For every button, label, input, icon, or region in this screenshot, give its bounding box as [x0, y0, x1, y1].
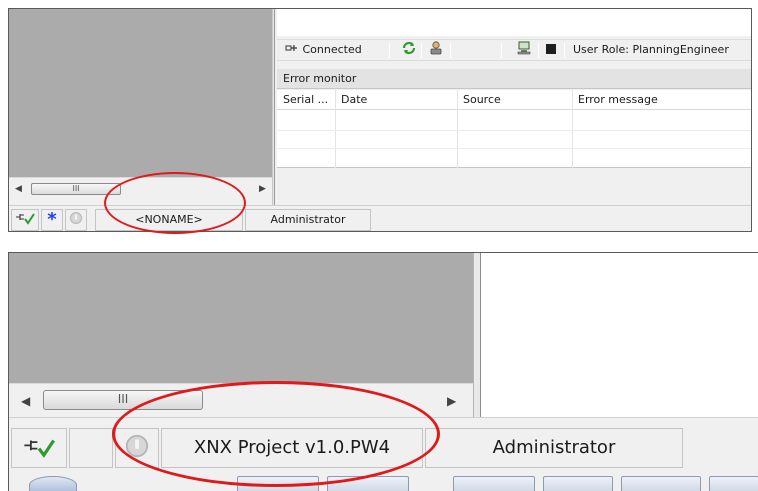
error-monitor-title: Error monitor [277, 69, 751, 89]
right-header-area [277, 9, 751, 36]
row-divider [277, 148, 751, 149]
scroll-right-arrow-icon[interactable]: ▶ [259, 185, 266, 194]
network-computer-icon [517, 41, 531, 55]
stop-square-icon [546, 44, 556, 54]
scrollbar-thumb[interactable]: III [31, 183, 121, 195]
disabled-indicator [115, 428, 159, 468]
separator [538, 43, 539, 58]
horizontal-scrollbar[interactable]: ◀ III ▶ [9, 383, 473, 417]
column-header-error-message[interactable]: Error message [572, 90, 751, 110]
project-name-cell: XNX Project v1.0.PW4 [161, 428, 423, 468]
plug-icon [285, 45, 297, 51]
scroll-left-arrow-icon[interactable]: ◀ [15, 185, 22, 194]
project-name-cell: <NONAME> [95, 209, 243, 231]
separator [564, 43, 565, 58]
separator [389, 43, 390, 58]
column-divider [572, 90, 573, 168]
user-name-cell: Administrator [425, 428, 683, 468]
scrollbar-thumb[interactable]: III [43, 390, 203, 410]
connection-indicator[interactable] [11, 209, 39, 231]
status-toolbar: Connected User Role: PlanningEngineer [277, 39, 751, 61]
empty-indicator [69, 428, 113, 468]
taskbar-button[interactable] [237, 476, 319, 491]
refresh-icon [402, 41, 416, 55]
separator [421, 43, 422, 58]
splitter[interactable] [473, 253, 481, 417]
scroll-right-arrow-icon[interactable]: ▶ [447, 395, 456, 407]
user-icon [430, 41, 442, 55]
scroll-left-arrow-icon[interactable]: ◀ [21, 395, 30, 407]
start-orb[interactable] [29, 476, 77, 491]
splitter[interactable] [272, 9, 275, 205]
refresh-button[interactable] [401, 40, 417, 61]
bottom-screenshot: ◀ III ▶ XNX Project v1.0.PW4 Administrat… [8, 252, 758, 491]
column-divider [457, 90, 458, 168]
disabled-circle-icon [125, 434, 149, 458]
error-grid: Serial ... Date Source Error message [277, 90, 751, 168]
top-screenshot: ◀ III ▶ Connected User Role: PlanningEng… [8, 8, 752, 232]
column-divider [335, 90, 336, 168]
column-header-source[interactable]: Source [457, 90, 572, 110]
horizontal-scrollbar[interactable]: ◀ III ▶ [9, 177, 272, 202]
left-pane [9, 253, 473, 383]
status-bar: XNX Project v1.0.PW4 Administrator [9, 417, 758, 491]
taskbar-button[interactable] [709, 476, 758, 491]
user-name-cell: Administrator [245, 209, 371, 231]
stop-button[interactable] [545, 40, 557, 61]
taskbar-button[interactable] [453, 476, 535, 491]
connection-status: Connected [285, 40, 362, 61]
taskbar-button[interactable] [621, 476, 701, 491]
taskbar-button[interactable] [543, 476, 613, 491]
user-button[interactable] [429, 40, 443, 61]
connection-plug-check-icon [16, 213, 35, 225]
separator [501, 43, 502, 58]
connected-label: Connected [302, 43, 362, 56]
status-bar: * <NONAME> Administrator [9, 205, 751, 231]
star-icon[interactable]: * [41, 209, 63, 231]
taskbar-button[interactable] [327, 476, 409, 491]
connection-plug-check-icon [24, 439, 55, 458]
separator [450, 43, 451, 58]
column-header-date[interactable]: Date [335, 90, 457, 110]
network-button[interactable] [517, 40, 533, 61]
disabled-circle-icon [70, 212, 82, 224]
connection-indicator[interactable] [11, 428, 67, 468]
column-header-serial[interactable]: Serial ... [277, 90, 335, 110]
row-divider [277, 130, 751, 131]
left-pane [9, 9, 272, 177]
user-role-label: User Role: PlanningEngineer [573, 43, 729, 56]
disabled-indicator [65, 209, 87, 231]
